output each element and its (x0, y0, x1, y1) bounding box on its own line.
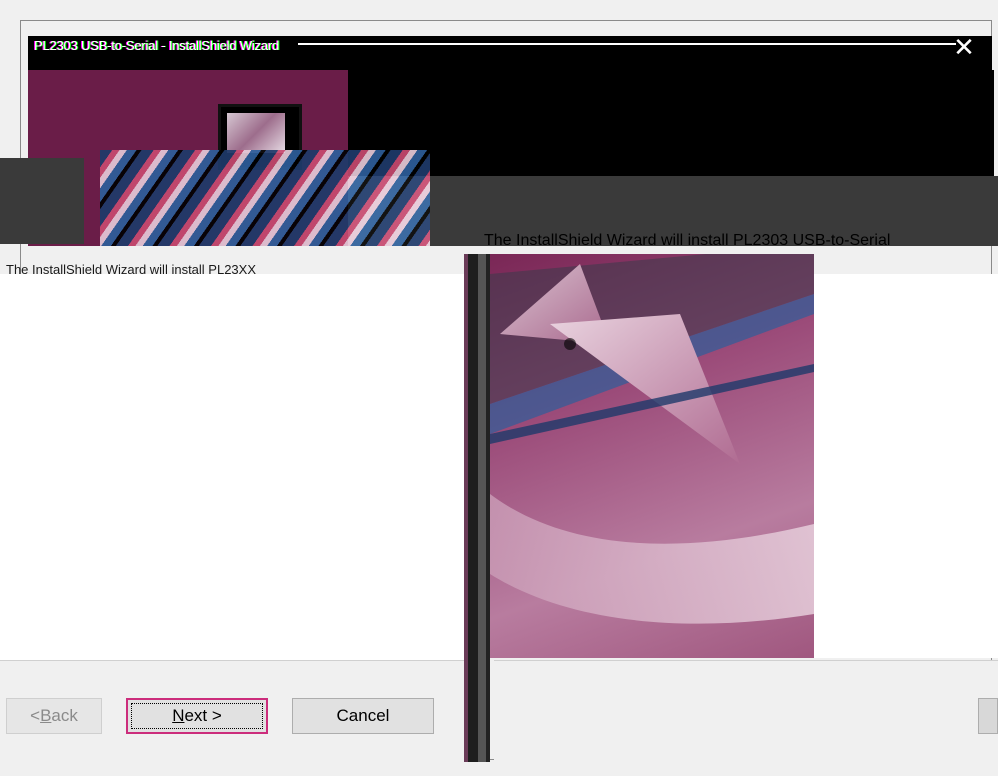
header-shadow-left (0, 158, 84, 244)
title-bar-divider (298, 43, 956, 45)
content-panel-left (0, 274, 464, 660)
button-bar-right (494, 660, 998, 762)
header-banner (348, 70, 994, 176)
wizard-side-artwork (490, 254, 814, 658)
title-bar[interactable]: PL2303 USB-to-Serial - InstallShield Wiz… (28, 34, 992, 70)
content-panel-right (814, 274, 998, 658)
back-button-accel: B (40, 706, 52, 725)
cancel-button[interactable]: Cancel (292, 698, 434, 734)
welcome-body-text: The InstallShield Wizard will install PL… (484, 232, 891, 249)
next-button-rest: ext > (184, 706, 222, 725)
duplicate-button-ghost[interactable] (978, 698, 998, 734)
artwork-graphic (490, 254, 814, 624)
window-title: PL2303 USB-to-Serial - InstallShield Wiz… (34, 38, 280, 53)
back-button[interactable]: < Back (6, 698, 102, 734)
next-button-accel: N (172, 706, 185, 725)
back-button-rest: ack (51, 706, 78, 725)
close-icon[interactable]: ✕ (950, 34, 978, 61)
header-graphic-glitch (100, 150, 430, 246)
back-button-prefix: < (30, 706, 41, 725)
panel-divider (464, 254, 490, 762)
next-button[interactable]: Next > (126, 698, 268, 734)
